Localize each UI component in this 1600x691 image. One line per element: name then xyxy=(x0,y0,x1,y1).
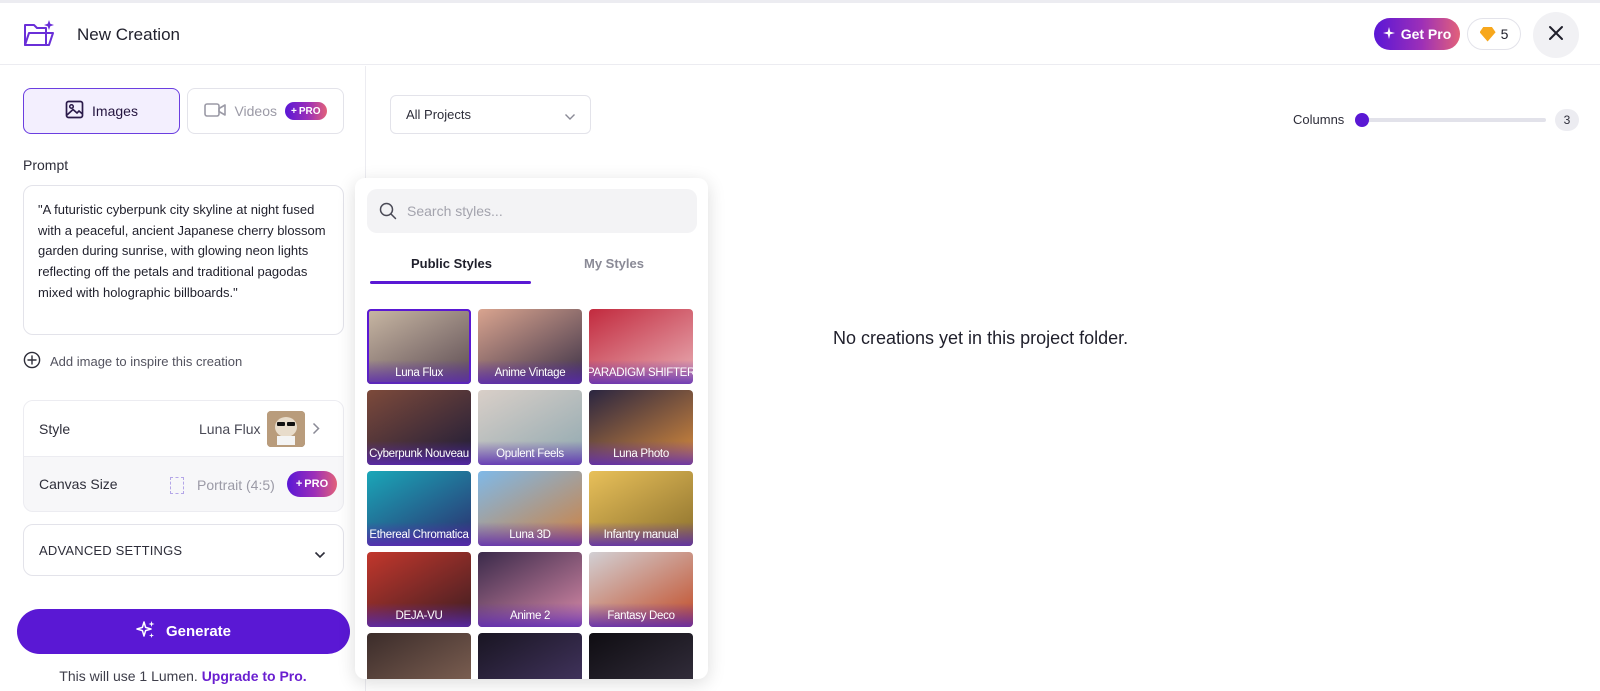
canvas-size-label: Canvas Size xyxy=(39,476,118,492)
generate-button[interactable]: Generate xyxy=(17,609,350,654)
advanced-settings-label: ADVANCED SETTINGS xyxy=(39,543,183,558)
lumens-counter[interactable]: 5 xyxy=(1467,18,1521,50)
get-pro-label: Get Pro xyxy=(1400,26,1452,42)
style-tile-label: Anime 2 xyxy=(478,603,582,627)
images-mode-label: Images xyxy=(92,103,138,119)
get-pro-button[interactable]: Get Pro xyxy=(1374,18,1460,50)
projects-dropdown[interactable]: All Projects xyxy=(390,95,591,134)
style-tile-label: Cyberpunk Nouveau xyxy=(367,441,471,465)
style-search-input[interactable] xyxy=(407,189,687,233)
prompt-label: Prompt xyxy=(23,157,69,173)
search-icon xyxy=(379,202,397,225)
gem-icon xyxy=(1479,26,1496,42)
style-tile[interactable]: Opulent Feels xyxy=(478,390,582,465)
chevron-down-icon xyxy=(314,546,326,564)
images-mode-button[interactable]: Images xyxy=(23,88,180,134)
style-tile[interactable] xyxy=(478,633,582,679)
canvas-size-selector[interactable]: Canvas Size Portrait (4:5) + PRO xyxy=(24,457,343,511)
style-tile[interactable]: DEJA-VU xyxy=(367,552,471,627)
columns-slider-thumb[interactable] xyxy=(1355,113,1369,127)
empty-state-message: No creations yet in this project folder. xyxy=(833,328,1129,348)
generate-label: Generate xyxy=(165,623,232,640)
style-tile[interactable]: Luna Photo xyxy=(589,390,693,465)
pro-badge: + PRO xyxy=(285,102,327,120)
style-tile[interactable]: Anime 2 xyxy=(478,552,582,627)
style-tile[interactable] xyxy=(589,633,693,679)
style-thumbnail xyxy=(267,411,305,447)
settings-card: Style Luna Flux Canvas Size Portrait (4:… xyxy=(23,400,344,512)
style-tile[interactable] xyxy=(367,633,471,679)
videos-mode-button[interactable]: Videos + PRO xyxy=(187,88,344,134)
style-tile[interactable]: Fantasy Deco xyxy=(589,552,693,627)
style-selector[interactable]: Style Luna Flux xyxy=(24,401,343,457)
style-tile-label: Luna 3D xyxy=(478,522,582,546)
style-tile[interactable]: PARADIGM SHIFTER xyxy=(589,309,693,384)
style-tile-label: Anime Vintage xyxy=(478,360,582,384)
style-tile[interactable]: Infantry manual xyxy=(589,471,693,546)
video-camera-icon xyxy=(204,102,227,121)
style-search-box xyxy=(367,189,697,233)
style-tile-label: Opulent Feels xyxy=(478,441,582,465)
chevron-right-icon xyxy=(312,422,320,440)
style-tile[interactable]: Luna Flux xyxy=(367,309,471,384)
pro-badge-label: PRO xyxy=(298,105,321,117)
style-tile-label: Luna Photo xyxy=(589,441,693,465)
columns-count: 3 xyxy=(1555,109,1579,131)
style-tile[interactable]: Ethereal Chromatica xyxy=(367,471,471,546)
canvas-size-value: Portrait (4:5) xyxy=(197,477,275,493)
lumens-count: 5 xyxy=(1500,26,1509,42)
style-tile[interactable]: Luna 3D xyxy=(478,471,582,546)
style-tile-label: PARADIGM SHIFTER xyxy=(589,360,693,384)
plus-icon: + xyxy=(295,478,303,490)
style-value: Luna Flux xyxy=(199,421,261,437)
folder-sparkle-icon xyxy=(22,19,56,49)
upgrade-link[interactable]: Upgrade to Pro. xyxy=(202,668,307,684)
plus-icon: + xyxy=(291,105,297,117)
close-button[interactable] xyxy=(1533,12,1579,58)
advanced-settings-toggle[interactable]: ADVANCED SETTINGS xyxy=(23,524,344,576)
add-image-label: Add image to inspire this creation xyxy=(50,354,243,369)
lumen-usage-note: This will use 1 Lumen. Upgrade to Pro. xyxy=(0,668,366,684)
styles-popover: Public Styles My Styles Luna Flux Anime V… xyxy=(355,178,708,679)
style-tile-label: Luna Flux xyxy=(367,360,471,384)
active-tab-indicator xyxy=(370,281,531,284)
style-label: Style xyxy=(39,421,71,437)
canvas-pro-badge[interactable]: + PRO xyxy=(287,471,337,497)
add-image-button[interactable]: Add image to inspire this creation xyxy=(23,351,242,372)
lumen-usage-text: This will use 1 Lumen. xyxy=(59,668,198,684)
image-icon xyxy=(65,100,84,122)
header: New Creation Get Pro 5 xyxy=(0,3,1600,65)
style-tile-label: Infantry manual xyxy=(589,522,693,546)
projects-selected-value: All Projects xyxy=(406,107,472,122)
prompt-textarea[interactable]: "A futuristic cyberpunk city skyline at … xyxy=(23,185,344,335)
columns-label: Columns xyxy=(1293,112,1345,127)
close-icon xyxy=(1548,25,1564,46)
style-tile-label: DEJA-VU xyxy=(367,603,471,627)
tab-public-styles[interactable]: Public Styles xyxy=(411,256,492,271)
columns-slider-track[interactable] xyxy=(1362,118,1546,122)
chevron-down-icon xyxy=(564,109,576,124)
sparkle-icon xyxy=(1382,26,1395,42)
style-tile-label: Ethereal Chromatica xyxy=(367,522,471,546)
style-tile-label: Fantasy Deco xyxy=(589,603,693,627)
videos-mode-label: Videos xyxy=(234,103,278,119)
page-title: New Creation xyxy=(77,25,180,44)
left-panel: Images Videos + PRO Prompt "A futuristic … xyxy=(0,66,366,691)
plus-circle-icon xyxy=(23,351,41,372)
style-tile[interactable]: Cyberpunk Nouveau xyxy=(367,390,471,465)
style-tile[interactable]: Anime Vintage xyxy=(478,309,582,384)
portrait-frame-icon xyxy=(170,477,184,494)
tab-my-styles[interactable]: My Styles xyxy=(584,256,644,271)
sparkles-icon xyxy=(136,620,156,644)
canvas-pro-label: PRO xyxy=(304,478,329,490)
